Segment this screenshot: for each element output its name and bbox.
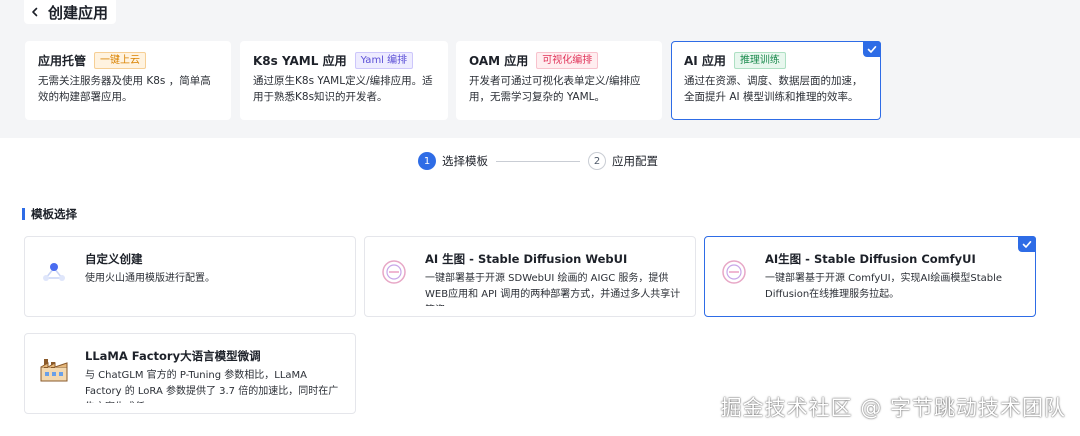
selected-check-icon bbox=[863, 41, 881, 57]
comfyui-icon bbox=[719, 257, 749, 287]
step-connector bbox=[496, 160, 580, 162]
app-type-desc: 开发者可通过可视化表单定义/编排应用，无需学习复杂的 YAML。 bbox=[469, 75, 641, 103]
template-card-sd-comfyui[interactable]: AI生图 - Stable Diffusion ComfyUI 一键部署基于开源… bbox=[704, 236, 1036, 317]
template-desc: 一键部署基于开源 SDWebUI 绘画的 AIGC 服务，提供WEB应用和 AP… bbox=[425, 273, 681, 306]
section-title: 模板选择 bbox=[31, 207, 77, 221]
app-type-desc: 无需关注服务器及使用 K8s ，简单高效的构建部署应用。 bbox=[38, 75, 211, 103]
app-type-desc: 通过在资源、调度、数据层面的加速，全面提升 AI 模型训练和推理的效率。 bbox=[684, 75, 863, 103]
template-name: LLaMA Factory大语言模型微调 bbox=[85, 349, 261, 363]
watermark: 掘金技术社区 @ 字节跳动技术团队 bbox=[720, 396, 1066, 420]
app-type-name: OAM 应用 bbox=[469, 54, 529, 68]
custom-node-icon bbox=[39, 257, 69, 287]
chevron-left-icon[interactable] bbox=[28, 5, 42, 19]
page-title: 创建应用 bbox=[48, 3, 109, 22]
step-label: 应用配置 bbox=[612, 154, 658, 168]
app-type-name: AI 应用 bbox=[684, 54, 726, 68]
step-number: 2 bbox=[588, 152, 606, 170]
stepper: 1 选择模板 2 应用配置 bbox=[418, 152, 658, 170]
template-name: 自定义创建 bbox=[85, 252, 143, 266]
template-card-sd-webui[interactable]: AI 生图 - Stable Diffusion WebUI 一键部署基于开源 … bbox=[364, 236, 696, 317]
llama-factory-icon bbox=[39, 354, 69, 384]
selected-check-icon bbox=[1018, 236, 1036, 252]
template-card-custom[interactable]: 自定义创建 使用火山通用模版进行配置。 bbox=[24, 236, 356, 317]
app-type-card-ai[interactable]: AI 应用 推理训练 通过在资源、调度、数据层面的加速，全面提升 AI 模型训练… bbox=[671, 41, 881, 120]
app-type-tag: Yaml 编排 bbox=[354, 52, 414, 69]
app-type-card-oam[interactable]: OAM 应用 可视化编排 开发者可通过可视化表单定义/编排应用，无需学习复杂的 … bbox=[456, 41, 662, 120]
template-card-llama-factory[interactable]: LLaMA Factory大语言模型微调 与 ChatGLM 官方的 P-Tun… bbox=[24, 333, 356, 414]
app-type-desc: 通过原生K8s YAML定义/编排应用。适用于熟悉K8s知识的开发者。 bbox=[253, 75, 433, 103]
step-select-template[interactable]: 1 选择模板 bbox=[418, 152, 488, 170]
section-accent-bar bbox=[22, 208, 25, 220]
template-desc: 与 ChatGLM 官方的 P-Tuning 参数相比，LLaMA Factor… bbox=[85, 370, 339, 403]
step-label: 选择模板 bbox=[442, 154, 488, 168]
section-header: 模板选择 bbox=[22, 206, 77, 222]
template-desc: 一键部署基于开源 ComfyUI，实现AI绘画模型Stable Diffusio… bbox=[765, 273, 1003, 300]
template-name: AI生图 - Stable Diffusion ComfyUI bbox=[765, 252, 976, 266]
app-type-tag: 推理训练 bbox=[733, 52, 786, 69]
step-number: 1 bbox=[418, 152, 436, 170]
template-desc: 使用火山通用模版进行配置。 bbox=[85, 273, 215, 284]
app-type-name: 应用托管 bbox=[38, 54, 87, 68]
app-type-card-k8s-yaml[interactable]: K8s YAML 应用 Yaml 编排 通过原生K8s YAML定义/编排应用。… bbox=[240, 41, 448, 120]
app-type-card-hosting[interactable]: 应用托管 一键上云 无需关注服务器及使用 K8s ，简单高效的构建部署应用。 bbox=[25, 41, 231, 120]
stable-diffusion-icon bbox=[379, 257, 409, 287]
page-header: 创建应用 bbox=[24, 0, 117, 24]
step-app-config[interactable]: 2 应用配置 bbox=[588, 152, 658, 170]
app-type-tag: 一键上云 bbox=[94, 52, 147, 69]
app-type-tag: 可视化编排 bbox=[536, 52, 599, 69]
app-type-name: K8s YAML 应用 bbox=[253, 54, 347, 68]
template-name: AI 生图 - Stable Diffusion WebUI bbox=[425, 252, 628, 266]
